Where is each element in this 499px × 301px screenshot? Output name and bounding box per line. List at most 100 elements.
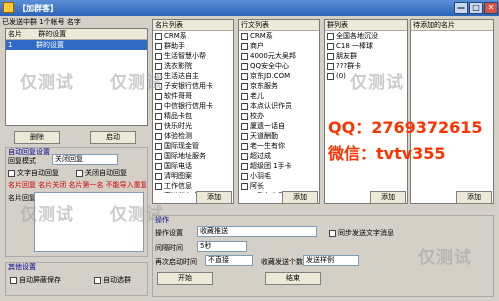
item-checkbox[interactable] — [241, 152, 248, 160]
list-item[interactable]: 老一生有你 — [239, 141, 319, 151]
item-checkbox[interactable] — [327, 42, 334, 50]
item-checkbox[interactable] — [241, 112, 248, 120]
item-checkbox[interactable] — [241, 42, 248, 50]
list-item[interactable]: 厦遗一话自 — [239, 121, 319, 131]
item-checkbox[interactable] — [327, 62, 334, 70]
item-checkbox[interactable] — [241, 182, 248, 190]
item-checkbox[interactable] — [241, 162, 248, 170]
sync-send-text-checkbox[interactable]: 同步发送文字消息 — [329, 228, 394, 238]
item-checkbox[interactable] — [155, 112, 162, 120]
item-checkbox[interactable] — [155, 142, 162, 150]
add-group-button[interactable]: 添加 — [370, 191, 406, 204]
item-checkbox[interactable] — [155, 132, 162, 140]
list-item[interactable]: QQ安全中心 — [239, 61, 319, 71]
reply-mode-select[interactable]: 关闭回复 — [52, 154, 118, 165]
account-row[interactable]: 1 群的设置 — [6, 40, 147, 50]
item-checkbox[interactable] — [155, 182, 162, 190]
item-checkbox[interactable] — [241, 142, 248, 150]
list-item[interactable]: 商户 — [239, 41, 319, 51]
start-button[interactable]: 启动 — [90, 131, 136, 144]
item-checkbox[interactable] — [155, 172, 162, 180]
list-item[interactable]: 软件哥哥 — [153, 91, 233, 101]
list-item[interactable]: 超过成 — [239, 151, 319, 161]
item-checkbox[interactable] — [241, 102, 248, 110]
list-item[interactable]: 京东服务 — [239, 81, 319, 91]
list-item[interactable]: 体验检测 — [153, 131, 233, 141]
auto-save-checkbox[interactable]: 自动屏蔽保存 — [10, 275, 61, 285]
restart-time-select[interactable]: 不直接 — [205, 255, 253, 266]
item-checkbox[interactable] — [155, 122, 162, 130]
add-pending-button[interactable]: 添加 — [456, 191, 492, 204]
add-name-card-button[interactable]: 添加 — [196, 191, 232, 204]
list-item[interactable]: C18 一棒球 — [325, 41, 407, 51]
list-item[interactable]: 清明图案 — [153, 171, 233, 181]
item-checkbox[interactable] — [241, 92, 248, 100]
close-auto-reply-checkbox[interactable]: 关闭自动回复 — [76, 168, 127, 178]
text-auto-reply-checkbox[interactable]: 文字自动回复 — [8, 168, 59, 178]
item-checkbox[interactable] — [155, 52, 162, 60]
close-button[interactable]: ✕ — [484, 2, 498, 14]
send-count-select[interactable]: 发送样例 — [303, 255, 359, 266]
list-item[interactable]: 群助手 — [153, 41, 233, 51]
list-item[interactable]: 小羽毛 — [239, 171, 319, 181]
item-checkbox[interactable] — [327, 72, 334, 80]
list-item[interactable]: 快乐时光 — [153, 121, 233, 131]
item-label: CRM系 — [250, 32, 273, 40]
item-checkbox[interactable] — [155, 32, 162, 40]
list-item[interactable]: 老儿 — [239, 91, 319, 101]
item-checkbox[interactable] — [241, 82, 248, 90]
list-item[interactable]: 国际现金管 — [153, 141, 233, 151]
auto-select-group-checkbox[interactable]: 自动选群 — [94, 275, 131, 285]
item-checkbox[interactable] — [155, 42, 162, 50]
item-checkbox[interactable] — [241, 132, 248, 140]
list-item[interactable]: 生活达自主 — [153, 71, 233, 81]
begin-button[interactable]: 开始 — [157, 272, 213, 285]
list-item[interactable]: 国际电话 — [153, 161, 233, 171]
group-list[interactable]: 群列表 全国各地沉没 C18 一棒球 朋友群 ???群卡 (0) — [324, 19, 408, 204]
list-item[interactable]: 京东JD.COM — [239, 71, 319, 81]
list-item[interactable]: 中信银行信用卡 — [153, 101, 233, 111]
item-checkbox[interactable] — [155, 92, 162, 100]
list-item[interactable]: CRM系 — [153, 31, 233, 41]
name-card-list[interactable]: 名片列表 CRM系 群助手 生活智慧小帮 洗衣影院 生活达自主 子安银行信用卡 软件哥哥 中信… — [152, 19, 234, 204]
maximize-button[interactable]: □ — [469, 2, 483, 14]
list-item[interactable]: 天道酬勤 — [239, 131, 319, 141]
list-item[interactable]: 朋友群 — [325, 51, 407, 61]
list-item[interactable]: 精品卡包 — [153, 111, 233, 121]
item-checkbox[interactable] — [241, 32, 248, 40]
item-checkbox[interactable] — [155, 192, 162, 193]
item-checkbox[interactable] — [155, 162, 162, 170]
list-item[interactable]: CRM系 — [239, 31, 319, 41]
list-item[interactable]: 本点认识作员 — [239, 101, 319, 111]
row-list[interactable]: 行文列表 CRM系 商户 4000元大吴邦 QQ安全中心 京东JD.COM 京东服务 老儿本… — [238, 19, 320, 204]
list-item[interactable]: 校办 — [239, 111, 319, 121]
delete-button[interactable]: 删除 — [14, 131, 60, 144]
interval-select[interactable]: 5秒 — [197, 241, 247, 252]
list-item[interactable]: 国际地址服务 — [153, 151, 233, 161]
list-item[interactable]: 超级团 1手卡 — [239, 161, 319, 171]
item-checkbox[interactable] — [241, 62, 248, 70]
list-item[interactable]: 子安银行信用卡 — [153, 81, 233, 91]
item-checkbox[interactable] — [241, 122, 248, 130]
list-item[interactable]: 4000元大吴邦 — [239, 51, 319, 61]
list-item[interactable]: 阿长 — [239, 181, 319, 191]
item-label: 超过成 — [250, 152, 271, 160]
pending-list[interactable]: 待添加的名片 — [410, 19, 494, 204]
minimize-button[interactable]: — — [454, 2, 468, 14]
item-checkbox[interactable] — [241, 172, 248, 180]
item-checkbox[interactable] — [241, 192, 248, 193]
list-item[interactable]: 生活智慧小帮 — [153, 51, 233, 61]
item-label: 清明图案 — [164, 172, 192, 180]
item-checkbox[interactable] — [241, 72, 248, 80]
add-row-button[interactable]: 添加 — [282, 191, 318, 204]
item-checkbox[interactable] — [155, 152, 162, 160]
list-item[interactable]: 全国各地沉没 — [325, 31, 407, 41]
item-checkbox[interactable] — [327, 32, 334, 40]
item-checkbox[interactable] — [241, 52, 248, 60]
list-item[interactable]: 洗衣影院 — [153, 61, 233, 71]
item-checkbox[interactable] — [155, 102, 162, 110]
list-item[interactable]: 工作信息 — [153, 181, 233, 191]
end-button[interactable]: 结束 — [265, 272, 321, 285]
op-setting-select[interactable]: 收藏推送 — [197, 226, 317, 237]
item-checkbox[interactable] — [327, 52, 334, 60]
